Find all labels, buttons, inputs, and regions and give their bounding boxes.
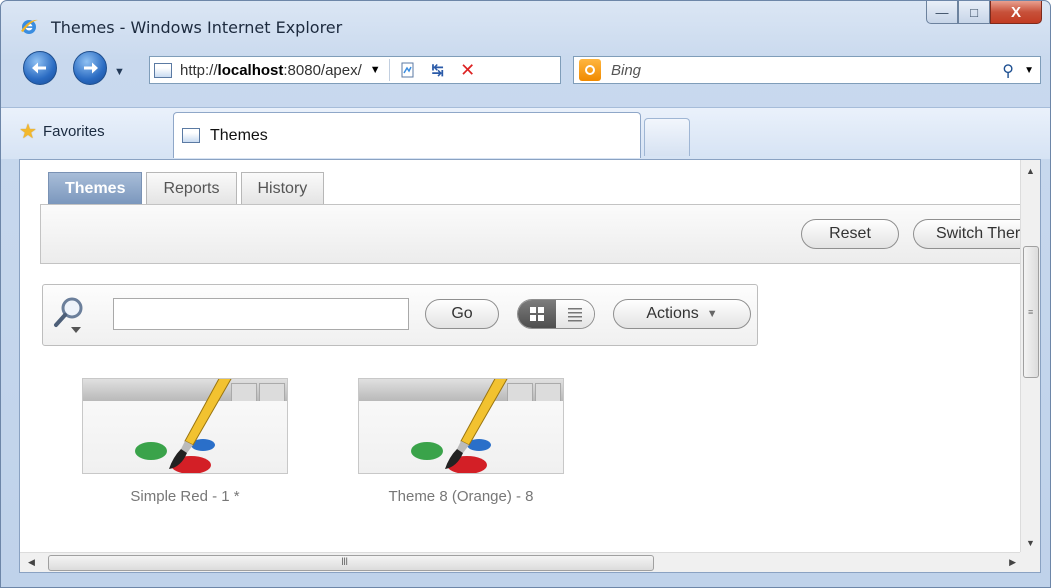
page-icon: [154, 62, 172, 78]
browser-tab-label: Themes: [210, 126, 268, 144]
favorites-label: Favorites: [42, 122, 105, 140]
title-bar: Themes - Windows Internet Explorer — □ X: [1, 1, 1050, 45]
vertical-scroll-thumb[interactable]: ≡: [1023, 246, 1039, 378]
forward-arrow-icon: [84, 62, 98, 74]
actions-label: Actions: [646, 305, 699, 322]
navigation-bar: ▼ http://localhost:8080/apex/ ▼ ↹ ✕ Bing…: [1, 45, 1050, 95]
theme-name[interactable]: Theme 8 (Orange) - 8: [358, 488, 564, 505]
tab-reports[interactable]: Reports: [146, 172, 237, 204]
minimize-button[interactable]: —: [926, 1, 958, 24]
scroll-down-icon[interactable]: ▼: [1026, 538, 1035, 548]
address-bar[interactable]: http://localhost:8080/apex/ ▼ ↹ ✕: [149, 56, 561, 84]
report-search-region: Go Actions ▼: [42, 284, 758, 346]
theme-thumbnail[interactable]: [82, 378, 288, 474]
maximize-icon: □: [970, 4, 978, 20]
tab-themes[interactable]: Themes: [48, 172, 143, 204]
thumbnail-tab: [535, 383, 561, 401]
back-button[interactable]: [23, 51, 57, 85]
minimize-icon: —: [935, 4, 949, 20]
compatibility-view-icon[interactable]: [396, 59, 420, 81]
grid-icon: [530, 307, 544, 321]
bing-logo-icon: [579, 59, 601, 81]
apex-tab-bar: Themes Reports History: [48, 172, 328, 204]
page-viewport: Themes Reports History Reset Switch Ther…: [19, 159, 1041, 573]
caption-buttons: — □ X: [926, 1, 1042, 25]
button-region: Reset Switch Ther: [40, 204, 1040, 264]
list-icon: [568, 308, 582, 322]
search-box[interactable]: Bing ⚲ ▼: [573, 56, 1041, 84]
back-arrow-icon: [32, 62, 46, 74]
url-host: localhost: [217, 61, 284, 79]
address-dropdown-icon[interactable]: ▼: [370, 64, 381, 76]
report-search-input[interactable]: [113, 298, 409, 330]
icon-view-button[interactable]: [518, 300, 556, 328]
theme-thumbnail[interactable]: [358, 378, 564, 474]
page-icon: [182, 128, 200, 143]
search-column-icon[interactable]: [53, 295, 87, 335]
favorites-bar: ★ Favorites Themes: [1, 107, 1050, 159]
tab-history[interactable]: History: [240, 172, 325, 204]
grip-icon: ≡: [1028, 307, 1034, 317]
browser-tab-themes[interactable]: Themes: [173, 112, 641, 158]
thumbnail-tab: [259, 383, 285, 401]
vertical-scrollbar[interactable]: ▲ ≡ ▼: [1020, 160, 1040, 554]
close-icon: X: [1010, 3, 1021, 21]
maximize-button[interactable]: □: [958, 1, 990, 24]
refresh-icon[interactable]: ↹: [426, 59, 450, 81]
paintbrush-icon: [135, 379, 232, 473]
stop-icon[interactable]: ✕: [456, 59, 480, 81]
scrollbar-corner: [1020, 552, 1040, 572]
browser-window: Themes - Windows Internet Explorer — □ X…: [0, 0, 1051, 588]
favorites-button[interactable]: ★ Favorites: [19, 116, 105, 146]
scroll-up-icon[interactable]: ▲: [1026, 166, 1035, 176]
actions-menu-button[interactable]: Actions ▼: [613, 299, 751, 329]
theme-card[interactable]: Simple Red - 1 *: [82, 378, 288, 505]
paintbrush-icon: [411, 379, 508, 473]
theme-name[interactable]: Simple Red - 1 *: [82, 488, 288, 505]
star-icon: ★: [19, 120, 37, 143]
url-prefix: http://: [180, 61, 218, 79]
details-view-button[interactable]: [556, 300, 594, 328]
new-tab-button[interactable]: [644, 118, 690, 156]
forward-button[interactable]: [73, 51, 107, 85]
scroll-left-icon[interactable]: ◀: [28, 557, 35, 568]
search-options-icon[interactable]: ▼: [1024, 65, 1034, 76]
theme-card[interactable]: Theme 8 (Orange) - 8: [358, 378, 564, 505]
view-toggle: [517, 299, 595, 329]
history-dropdown-icon[interactable]: ▼: [114, 66, 125, 78]
search-go-icon[interactable]: ⚲: [1002, 61, 1014, 81]
url-rest: :8080/apex/: [283, 61, 362, 79]
reset-button[interactable]: Reset: [801, 219, 899, 249]
horizontal-scroll-thumb[interactable]: III: [48, 555, 654, 571]
scroll-right-icon[interactable]: ▶: [1009, 557, 1016, 568]
url-text[interactable]: http://localhost:8080/apex/: [180, 62, 362, 79]
horizontal-scrollbar[interactable]: ◀ III ▶: [20, 552, 1022, 572]
chevron-down-icon: ▼: [706, 308, 718, 320]
go-button[interactable]: Go: [425, 299, 499, 329]
close-button[interactable]: X: [990, 1, 1042, 24]
search-placeholder: Bing: [611, 61, 642, 79]
window-title: Themes - Windows Internet Explorer: [51, 18, 343, 37]
ie-logo-icon: [21, 19, 38, 34]
grip-icon: III: [341, 556, 348, 568]
address-separator: [388, 59, 390, 81]
